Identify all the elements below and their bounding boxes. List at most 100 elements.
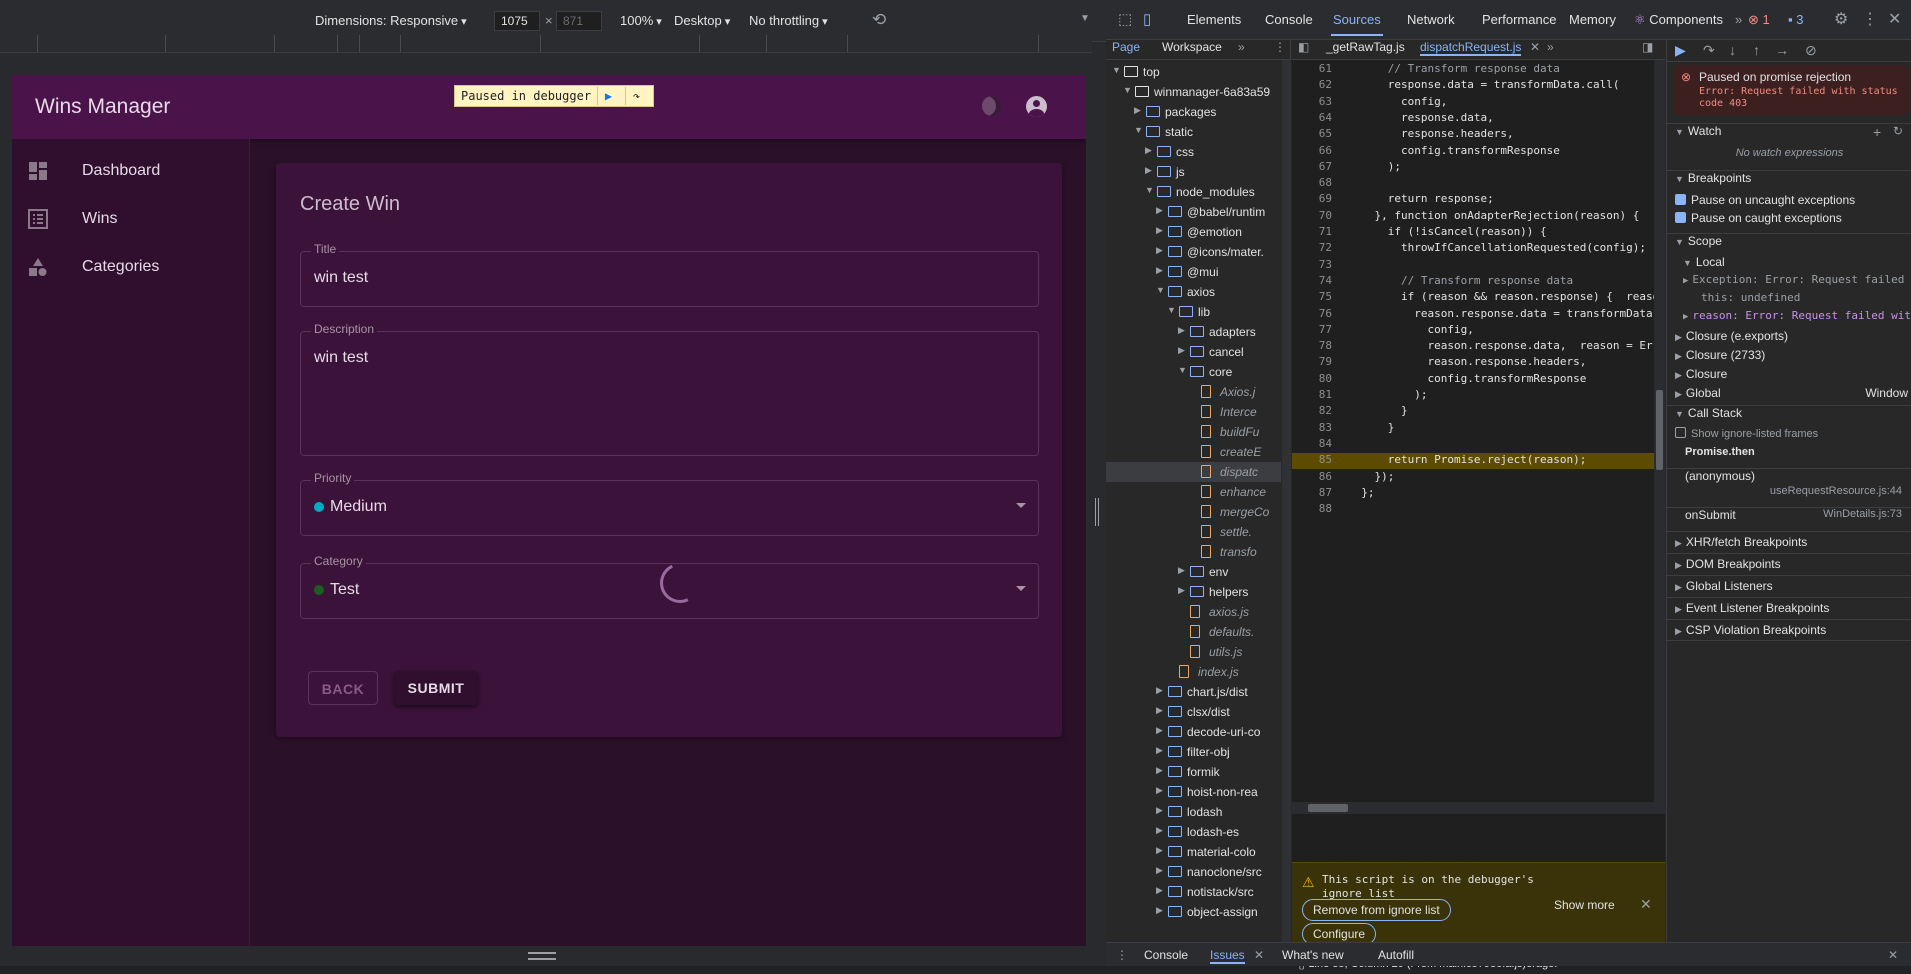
close-drawer-tab-icon[interactable]: ✕ — [1254, 948, 1264, 962]
drawer-menu-icon[interactable]: ⋮ — [1116, 948, 1128, 962]
reason-row[interactable]: ▶ reason: Error: Request failed with — [1667, 309, 1911, 327]
chevron-down-icon[interactable]: ▼ — [1134, 125, 1143, 135]
chevron-right-icon[interactable]: ▶ — [1156, 745, 1163, 756]
code-line[interactable]: 86 }); — [1292, 470, 1665, 486]
nav-item-categories[interactable]: Categories — [12, 243, 250, 291]
step-out-icon[interactable]: ↑ — [1753, 42, 1760, 58]
pause-uncaught-row[interactable]: Pause on uncaught exceptions — [1667, 193, 1911, 211]
editor-tab-dispatchrequest[interactable]: dispatchRequest.js — [1420, 40, 1522, 56]
tree-folder[interactable]: ▶ adapters — [1106, 322, 1281, 342]
deactivate-breakpoints-icon[interactable]: ⊘ — [1805, 42, 1817, 59]
chevron-down-icon[interactable]: ▼ — [1145, 185, 1154, 195]
line-number[interactable]: 68 — [1292, 176, 1332, 189]
line-number[interactable]: 62 — [1292, 78, 1332, 91]
line-number[interactable]: 75 — [1292, 290, 1332, 303]
chevron-down-icon[interactable]: ▼ — [1123, 85, 1132, 95]
dimensions-dropdown[interactable]: Dimensions: Responsive — [315, 13, 467, 28]
tree-folder[interactable]: ▶ hoist-non-rea — [1106, 782, 1281, 802]
chevron-right-icon[interactable]: ▶ — [1156, 885, 1163, 896]
event-listener-breakpoints-section[interactable]: ▶ Event Listener Breakpoints — [1667, 597, 1911, 619]
code-line[interactable]: 80 config.transformResponse — [1292, 372, 1665, 388]
tree-file[interactable]: utils.js — [1106, 642, 1281, 662]
step-into-icon[interactable]: ↓ — [1729, 42, 1736, 58]
tree-folder[interactable]: ▼ node_modules — [1106, 182, 1281, 202]
nav-item-dashboard[interactable]: Dashboard — [12, 147, 250, 195]
chevron-right-icon[interactable]: ▶ — [1178, 345, 1185, 356]
checkbox[interactable] — [1675, 194, 1686, 205]
remove-from-ignore-button[interactable]: Remove from ignore list — [1302, 899, 1451, 921]
resume-icon[interactable]: ▶ — [1675, 42, 1686, 59]
tree-folder[interactable]: ▶ filter-obj — [1106, 742, 1281, 762]
show-more-link[interactable]: Show more — [1554, 898, 1615, 912]
code-line[interactable]: 69 return response; — [1292, 192, 1665, 208]
chevron-right-icon[interactable]: ▶ — [1156, 845, 1163, 856]
tree-folder[interactable]: ▶ css — [1106, 142, 1281, 162]
code-line[interactable]: 76 reason.response.data = transformData — [1292, 307, 1665, 323]
tab-components[interactable]: ⚛ Components — [1634, 12, 1723, 28]
kebab-menu-icon[interactable]: ⋮ — [1862, 9, 1878, 29]
description-field[interactable]: Description win test — [300, 322, 1039, 456]
account-icon[interactable] — [1026, 96, 1047, 117]
tab-console[interactable]: Console — [1265, 12, 1313, 27]
chevron-right-icon[interactable]: ▶ — [1156, 765, 1163, 776]
device-type-dropdown[interactable]: Desktop — [674, 13, 730, 28]
tree-file[interactable]: dispatc — [1106, 462, 1281, 482]
closure-exports[interactable]: ▶ Closure (e.exports) — [1667, 329, 1911, 347]
chevron-right-icon[interactable]: ▶ — [1156, 865, 1163, 876]
tree-folder[interactable]: ▶ chart.js/dist — [1106, 682, 1281, 702]
tab-sources[interactable]: Sources — [1331, 12, 1383, 36]
chevron-right-icon[interactable]: ▶ — [1156, 785, 1163, 796]
more-editor-tabs-icon[interactable]: » — [1547, 40, 1554, 54]
more-tabs-icon[interactable]: » — [1735, 12, 1742, 27]
device-toggle-icon[interactable]: ▯ — [1143, 10, 1151, 28]
tree-folder[interactable]: ▶ @babel/runtim — [1106, 202, 1281, 222]
line-number[interactable]: 87 — [1292, 486, 1332, 499]
line-number[interactable]: 83 — [1292, 421, 1332, 434]
title-field[interactable]: Title win test — [300, 242, 1039, 307]
code-line[interactable]: 83 } — [1292, 421, 1665, 437]
line-number[interactable]: 71 — [1292, 225, 1332, 238]
code-line[interactable]: 65 response.headers, — [1292, 127, 1665, 143]
navigator-tab-workspace[interactable]: Workspace — [1162, 40, 1222, 54]
code-line[interactable]: 74 // Transform response data — [1292, 274, 1665, 290]
chevron-right-icon[interactable]: ▶ — [1156, 705, 1163, 716]
line-number[interactable]: 74 — [1292, 274, 1332, 287]
inspect-element-icon[interactable]: ⬚ — [1118, 10, 1132, 28]
tree-folder[interactable]: ▶ js — [1106, 162, 1281, 182]
closure-2733[interactable]: ▶ Closure (2733) — [1667, 348, 1911, 366]
code-line[interactable]: 61 // Transform response data — [1292, 62, 1665, 78]
line-number[interactable]: 69 — [1292, 192, 1332, 205]
tree-folder[interactable]: ▶ env — [1106, 562, 1281, 582]
step-icon[interactable]: → — [1775, 42, 1789, 58]
code-line-paused[interactable]: 85 return Promise.reject(reason); — [1292, 453, 1665, 470]
chevron-right-icon[interactable]: ▶ — [1178, 565, 1185, 576]
tree-folder[interactable]: ▶ @emotion — [1106, 222, 1281, 242]
line-number[interactable]: 63 — [1292, 95, 1332, 108]
local-scope[interactable]: ▼ Local — [1667, 255, 1911, 273]
dom-breakpoints-section[interactable]: ▶ DOM Breakpoints — [1667, 553, 1911, 575]
code-line[interactable]: 79 reason.response.headers, — [1292, 355, 1665, 371]
tree-folder[interactable]: ▶ @icons/mater. — [1106, 242, 1281, 262]
code-line[interactable]: 64 response.data, — [1292, 111, 1665, 127]
error-badge[interactable]: ⊗ 1 — [1748, 12, 1770, 28]
line-number[interactable]: 76 — [1292, 307, 1332, 320]
drawer-tab-whats-new[interactable]: What's new — [1282, 948, 1344, 962]
code-line[interactable]: 81 ); — [1292, 388, 1665, 404]
tree-folder[interactable]: ▶ lodash-es — [1106, 822, 1281, 842]
zoom-dropdown[interactable]: 100% — [620, 13, 662, 28]
navigator-menu-icon[interactable]: ⋮ — [1274, 40, 1286, 54]
tree-file[interactable]: Axios.j — [1106, 382, 1281, 402]
tab-memory[interactable]: Memory — [1569, 12, 1616, 27]
tree-folder[interactable]: ▼ axios — [1106, 282, 1281, 302]
tree-file[interactable]: buildFu — [1106, 422, 1281, 442]
tree-folder[interactable]: ▶ packages — [1106, 102, 1281, 122]
code-line[interactable]: 82 } — [1292, 404, 1665, 420]
tab-elements[interactable]: Elements — [1187, 12, 1241, 27]
line-number[interactable]: 81 — [1292, 388, 1332, 401]
code-line[interactable]: 66 config.transformResponse — [1292, 144, 1665, 160]
tree-folder[interactable]: ▶ notistack/src — [1106, 882, 1281, 902]
code-line[interactable]: 87 }; — [1292, 486, 1665, 502]
navigator-scrollbar[interactable] — [1282, 60, 1291, 942]
line-number[interactable]: 64 — [1292, 111, 1332, 124]
line-number[interactable]: 66 — [1292, 144, 1332, 157]
